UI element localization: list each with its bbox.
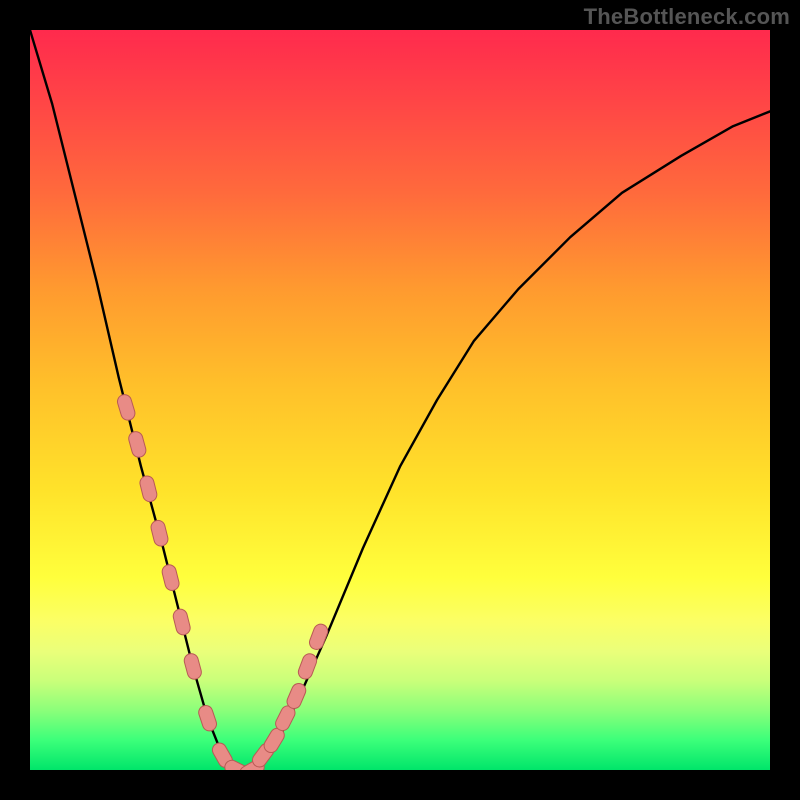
data-marker (127, 430, 147, 459)
data-marker (172, 608, 192, 637)
bottleneck-curve (30, 30, 770, 770)
outer-frame: TheBottleneck.com (0, 0, 800, 800)
data-marker (296, 652, 318, 681)
data-marker (197, 704, 218, 733)
data-marker (307, 622, 329, 651)
attribution-watermark: TheBottleneck.com (584, 4, 790, 30)
plot-area (30, 30, 770, 770)
marker-layer (116, 393, 330, 770)
data-marker (285, 681, 308, 710)
data-marker (116, 393, 137, 422)
data-marker (161, 563, 181, 592)
chart-svg (30, 30, 770, 770)
data-marker (138, 474, 158, 503)
data-marker (183, 652, 203, 681)
data-marker (150, 519, 170, 548)
